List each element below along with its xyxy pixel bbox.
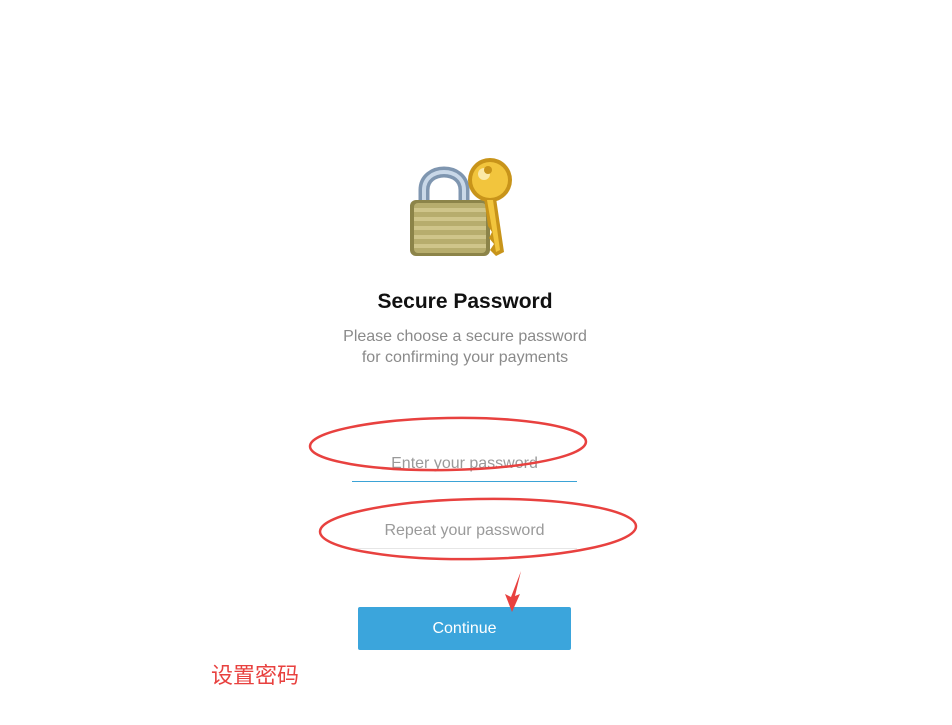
page-title: Secure Password <box>377 290 553 313</box>
continue-button[interactable]: Continue <box>358 607 571 650</box>
repeat-password-input[interactable] <box>352 514 577 549</box>
subtitle-line-2: for confirming your payments <box>361 349 569 366</box>
secure-password-page: Secure Password Please choose a secure p… <box>0 0 952 725</box>
password-input[interactable] <box>352 447 577 482</box>
page-subtitle: Please choose a secure password for conf… <box>0 326 930 368</box>
lock-with-key-icon <box>410 158 512 256</box>
annotation-arrow-icon <box>505 571 521 612</box>
subtitle-line-1: Please choose a secure password <box>343 328 587 345</box>
annotation-label: 设置密码 <box>211 664 300 689</box>
